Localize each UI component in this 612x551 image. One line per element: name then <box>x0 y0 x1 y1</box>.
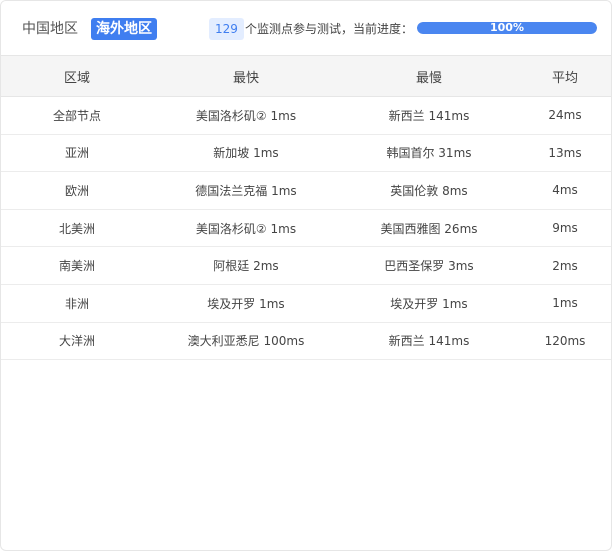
cell-slowest: 埃及开罗 1ms <box>339 284 519 323</box>
top-bar: 中国地区 海外地区 129 个监测点参与测试，当前进度： 100% <box>1 1 611 55</box>
progress-label: 100% <box>490 22 524 34</box>
cell-fastest: 埃及开罗 1ms <box>153 284 339 323</box>
cell-slowest: 新西兰 141ms <box>339 322 519 361</box>
cell-fastest: 阿根廷 2ms <box>153 246 339 285</box>
cell-region: 南美洲 <box>1 246 153 285</box>
header-slowest: 最慢 <box>339 55 519 97</box>
monitor-count-badge: 129 <box>209 18 244 40</box>
cell-average: 2ms <box>519 246 611 285</box>
cell-region: 大洋洲 <box>1 322 153 361</box>
header-region: 区域 <box>1 55 153 97</box>
cell-region: 欧洲 <box>1 171 153 210</box>
monitor-progress-text: 个监测点参与测试，当前进度： <box>245 22 414 36</box>
header-average: 平均 <box>519 55 611 97</box>
cell-fastest: 美国洛杉矶② 1ms <box>153 209 339 248</box>
cell-region: 非洲 <box>1 284 153 323</box>
cell-average: 1ms <box>519 284 611 323</box>
table-row: 非洲 埃及开罗 1ms 埃及开罗 1ms 1ms <box>1 284 611 323</box>
cell-fastest: 澳大利亚悉尼 100ms <box>153 322 339 361</box>
header-fastest: 最快 <box>153 55 339 97</box>
table-row: 北美洲 美国洛杉矶② 1ms 美国西雅图 26ms 9ms <box>1 209 611 248</box>
cell-slowest: 巴西圣保罗 3ms <box>339 246 519 285</box>
tab-overseas[interactable]: 海外地区 <box>91 18 157 40</box>
cell-average: 120ms <box>519 322 611 361</box>
table-row: 欧洲 德国法兰克福 1ms 英国伦敦 8ms 4ms <box>1 171 611 210</box>
cell-region: 全部节点 <box>1 96 153 135</box>
cell-region: 北美洲 <box>1 209 153 248</box>
cell-average: 4ms <box>519 171 611 210</box>
cell-average: 24ms <box>519 96 611 135</box>
table-row: 亚洲 新加坡 1ms 韩国首尔 31ms 13ms <box>1 134 611 173</box>
cell-region: 亚洲 <box>1 134 153 173</box>
cell-slowest: 新西兰 141ms <box>339 96 519 135</box>
cell-slowest: 美国西雅图 26ms <box>339 209 519 248</box>
cell-fastest: 新加坡 1ms <box>153 134 339 173</box>
cell-slowest: 英国伦敦 8ms <box>339 171 519 210</box>
cell-average: 13ms <box>519 134 611 173</box>
latency-table: 区域 最快 最慢 平均 全部节点 美国洛杉矶② 1ms 新西兰 141ms 24… <box>1 55 611 361</box>
tab-china[interactable]: 中国地区 <box>17 18 83 40</box>
cell-average: 9ms <box>519 209 611 248</box>
progress-bar: 100% <box>417 22 597 34</box>
cell-slowest: 韩国首尔 31ms <box>339 134 519 173</box>
table-header-row: 区域 最快 最慢 平均 <box>1 55 611 97</box>
table-row: 大洋洲 澳大利亚悉尼 100ms 新西兰 141ms 120ms <box>1 322 611 361</box>
cell-fastest: 德国法兰克福 1ms <box>153 171 339 210</box>
table-row: 南美洲 阿根廷 2ms 巴西圣保罗 3ms 2ms <box>1 246 611 285</box>
ping-result-panel: 中国地区 海外地区 129 个监测点参与测试，当前进度： 100% 区域 最快 … <box>0 0 612 551</box>
table-row: 全部节点 美国洛杉矶② 1ms 新西兰 141ms 24ms <box>1 96 611 135</box>
cell-fastest: 美国洛杉矶② 1ms <box>153 96 339 135</box>
